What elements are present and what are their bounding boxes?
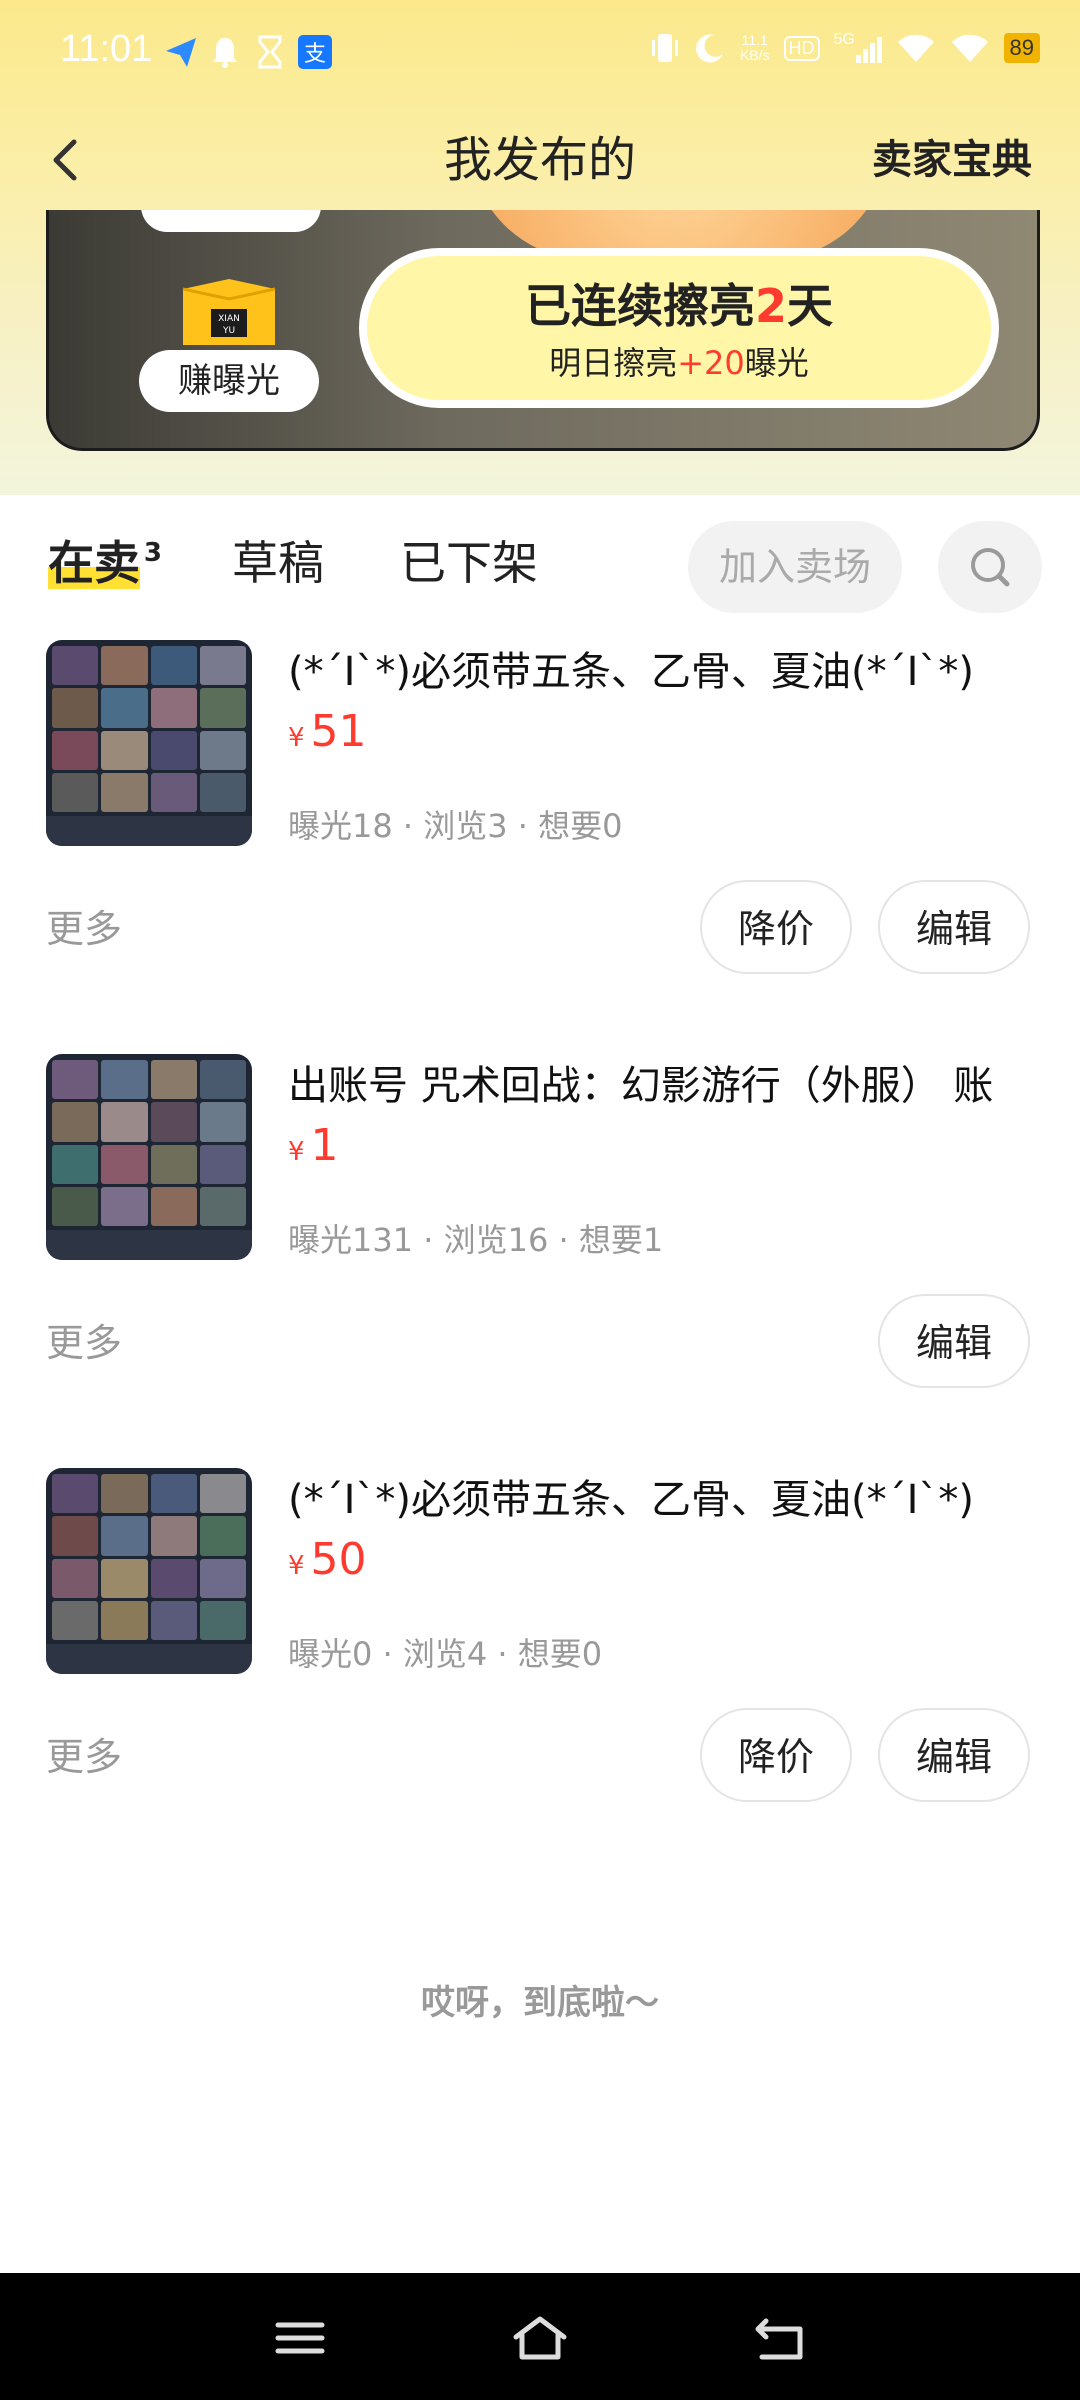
status-bar: 11:01 支 11.1 KB/s HD 5G 89 [0,0,1080,110]
more-button[interactable]: 更多 [46,904,122,954]
search-button[interactable] [938,521,1042,613]
wifi-icon-2 [951,34,988,62]
end-of-list-text: 哎呀，到底啦～ [421,1983,659,2023]
streak-banner[interactable]: XIAN YU 赚曝光 已连续擦亮2天 明日擦亮+20曝光 [46,210,1040,451]
edit-button[interactable]: 编辑 [878,1294,1030,1388]
reduce-price-button[interactable]: 降价 [700,880,852,974]
listing-price: ¥1 [288,1120,339,1171]
listing-title[interactable]: 出账号 咒术回战：幻影游行（外服） 账 [288,1058,1048,1114]
wifi-icon [897,34,934,62]
hourglass-icon [258,35,282,69]
back-nav-icon[interactable] [750,2313,810,2363]
system-nav-bar [0,2273,1080,2400]
status-time: 11:01 [60,28,153,70]
tab-off-shelf[interactable]: 已下架 [400,535,538,591]
listing-stats: 曝光0 · 浏览4 · 想要0 [288,1635,603,1673]
reduce-price-button[interactable]: 降价 [700,1708,852,1802]
home-icon[interactable] [510,2313,570,2363]
moon-icon [696,34,723,63]
paper-plane-icon [166,38,196,67]
banner-top-pill [141,210,321,232]
bell-icon [213,38,237,68]
search-icon [971,548,1010,587]
tab-count-badge: 3 [143,538,162,568]
more-button[interactable]: 更多 [46,1732,122,1782]
listing-item[interactable]: (*´I`*)必须带五条、乙骨、夏油(*´I`*) ¥51 曝光18 · 浏览3… [0,640,1080,1055]
earn-exposure-button[interactable]: 赚曝光 [139,350,319,412]
listing-price: ¥51 [288,706,367,757]
net-speed: 11.1 KB/s [739,32,770,63]
more-button[interactable]: 更多 [46,1318,122,1368]
listing-price: ¥50 [288,1534,367,1585]
alipay-icon: 支 [298,35,332,69]
listing-thumbnail[interactable] [46,1468,252,1674]
nav-bar: 我发布的 卖家宝典 [0,110,1080,210]
listing-stats: 曝光18 · 浏览3 · 想要0 [288,807,623,845]
edit-button[interactable]: 编辑 [878,1708,1030,1802]
listing-item[interactable]: (*´I`*)必须带五条、乙骨、夏油(*´I`*) ¥50 曝光0 · 浏览4 … [0,1468,1080,1883]
seller-guide-link[interactable]: 卖家宝典 [872,120,1032,200]
listing-stats: 曝光131 · 浏览16 · 想要1 [288,1221,664,1259]
edit-button[interactable]: 编辑 [878,880,1030,974]
listing-item[interactable]: 出账号 咒术回战：幻影游行（外服） 账 ¥1 曝光131 · 浏览16 · 想要… [0,1054,1080,1469]
listing-title[interactable]: (*´I`*)必须带五条、乙骨、夏油(*´I`*) [288,644,1048,700]
streak-sub-text: 明日擦亮+20曝光 [549,344,809,382]
hd-badge: HD [783,35,820,61]
tab-on-sale[interactable]: 在卖 3 [48,535,162,591]
xianyu-box-icon: XIAN YU [182,279,276,345]
listing-title[interactable]: (*´I`*)必须带五条、乙骨、夏油(*´I`*) [288,1472,1048,1528]
polish-streak-button[interactable]: 已连续擦亮2天 明日擦亮+20曝光 [359,248,999,408]
vibrate-icon [651,34,678,62]
svg-text:YU: YU [222,326,235,336]
tab-drafts[interactable]: 草稿 [232,535,324,591]
battery-indicator: 89 [1003,33,1040,63]
cell-signal-icon: 5G [834,31,882,65]
listing-thumbnail[interactable] [46,640,252,846]
listing-tabs: 在卖 3 草稿 已下架 加入卖场 [0,495,1080,635]
streak-main-text: 已连续擦亮2天 [524,279,833,333]
join-marketplace-button[interactable]: 加入卖场 [688,521,902,613]
status-right-icons: 11.1 KB/s HD 5G 89 [650,30,1040,66]
svg-text:支: 支 [304,42,326,67]
svg-text:XIAN: XIAN [218,314,240,324]
menu-icon[interactable] [270,2313,330,2363]
listing-thumbnail[interactable] [46,1054,252,1260]
